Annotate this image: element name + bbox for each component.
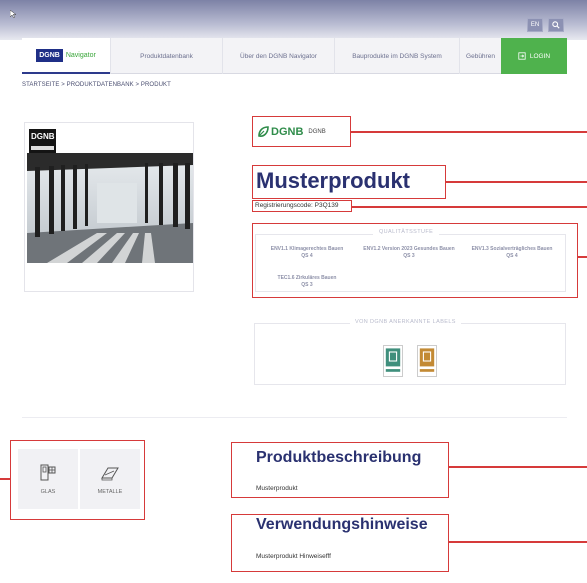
annotation-line: [351, 131, 587, 133]
description-text: Musterprodukt: [256, 485, 298, 492]
mouse-cursor-icon: [10, 10, 16, 18]
annotation-line: [578, 256, 587, 258]
annotation-line: [449, 466, 587, 468]
quality-label: QUALITÄTSSTUFE: [373, 229, 440, 235]
brand-name: DGNB: [308, 128, 326, 135]
annotation-line: [449, 541, 587, 543]
brand-logo[interactable]: DGNB: [257, 126, 303, 138]
quality-item: ENV1.2 Version 2023 Gesundes Bauen QS 3: [363, 246, 455, 259]
labels-panel: [254, 323, 566, 385]
registration-code: Registrierungscode: P3Q139: [255, 202, 339, 209]
usage-heading: Verwendungshinweise: [256, 516, 428, 533]
material-label: GLAS: [40, 489, 56, 495]
gold-label-icon[interactable]: [417, 345, 437, 377]
logo-mark: DGNB: [36, 48, 63, 62]
nav-item-bauprodukte[interactable]: Bauprodukte im DGNB System: [334, 38, 459, 74]
section-divider: [22, 417, 567, 418]
brand-box: DGNB DGNB: [252, 116, 351, 147]
annotation-line: [446, 181, 587, 183]
breadcrumb[interactable]: STARTSEITE > PRODUKTDATENBANK > PRODUKT: [22, 82, 171, 88]
metal-icon: [101, 467, 119, 481]
language-button[interactable]: EN: [527, 18, 543, 32]
quality-item: ENV1.1 Klimagerechtes Bauen QS 4: [270, 246, 344, 259]
login-label: LOGIN: [529, 52, 551, 60]
annotation-line: [352, 206, 587, 208]
labels-heading: VON DGNB ANERKANNTE LABELS: [350, 319, 461, 325]
search-button[interactable]: [548, 18, 564, 32]
brand-logo-text: DGNB: [271, 125, 304, 138]
annotation-line: [0, 478, 10, 480]
usage-text: Musterprodukt Hinweisefff: [256, 553, 331, 560]
login-button[interactable]: LOGIN: [501, 38, 567, 74]
nav-item-gebuehren[interactable]: Gebühren: [459, 38, 501, 74]
material-label: METALLE: [97, 489, 123, 495]
nav-item-produktdatenbank[interactable]: Produktdatenbank: [110, 38, 222, 74]
quality-item: ENV1.3 Sozialverträgliches Bauen QS 4: [471, 246, 553, 259]
green-label-icon[interactable]: [383, 345, 403, 377]
top-bar: [0, 0, 587, 40]
nav-item-ueber[interactable]: Über den DGNB Navigator: [222, 38, 334, 74]
dgnb-leaf-icon: [258, 125, 269, 137]
material-glas[interactable]: GLAS: [18, 449, 78, 509]
search-icon: [552, 21, 560, 29]
product-photo: [27, 153, 193, 263]
quality-item: TEC1.6 Zirkuläres Bauen QS 3: [277, 275, 337, 288]
product-image-card: DGNB: [24, 122, 194, 292]
badge-text: DGNB: [31, 132, 55, 141]
login-icon: [518, 52, 526, 60]
glass-icon: [40, 464, 56, 481]
description-heading: Produktbeschreibung: [256, 449, 422, 466]
main-navigation: DGNB Navigator Produktdatenbank Über den…: [22, 38, 567, 74]
logo-subtitle: Navigator: [65, 51, 96, 59]
product-title: Musterprodukt: [256, 168, 410, 193]
material-metalle[interactable]: METALLE: [80, 449, 140, 509]
dgnb-navigator-logo[interactable]: DGNB Navigator: [22, 38, 110, 74]
